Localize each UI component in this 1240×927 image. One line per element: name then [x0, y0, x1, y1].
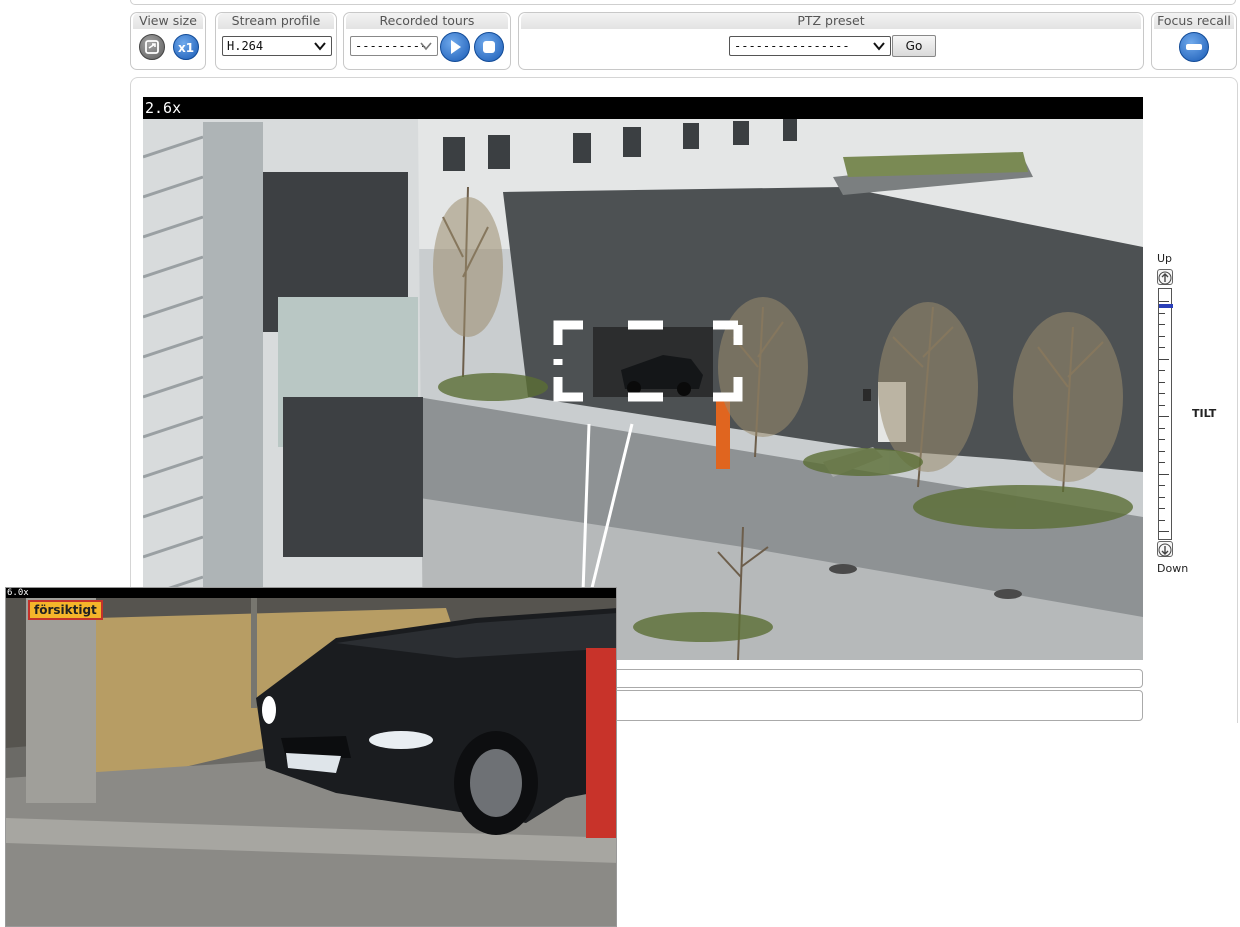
stream-profile-select[interactable]: H.264 [222, 36, 332, 56]
tilt-tick [1159, 497, 1165, 498]
minus-icon [1186, 44, 1202, 50]
focus-recall-title: Focus recall [1154, 13, 1234, 29]
tilt-up-button[interactable] [1157, 269, 1173, 285]
tilt-slider[interactable] [1158, 288, 1173, 540]
stream-profile-title: Stream profile [218, 13, 334, 29]
x1-icon: x1 [178, 41, 194, 55]
recorded-tours-value: ---------- [355, 39, 428, 53]
tilt-tick [1159, 508, 1165, 509]
stream-profile-value: H.264 [227, 39, 264, 53]
tilt-tick [1159, 301, 1169, 302]
stop-icon [483, 41, 495, 53]
tilt-axis-label: TILT [1192, 407, 1217, 420]
tilt-tick [1159, 382, 1165, 383]
tilt-up-label: Up [1157, 252, 1173, 265]
fit-view-button[interactable] [139, 34, 165, 60]
recorded-tours-select[interactable]: ---------- [350, 36, 438, 56]
tilt-tick [1159, 439, 1165, 440]
tilt-tick [1159, 520, 1165, 521]
view-size-title: View size [133, 13, 203, 29]
video-status-bar [612, 669, 1143, 688]
view-size-group: View size x1 [130, 12, 206, 70]
live-video-view[interactable]: 2.6x [143, 97, 1143, 660]
tilt-tick [1159, 531, 1169, 532]
tilt-tick [1159, 462, 1165, 463]
arrow-up-icon [1158, 271, 1172, 285]
tilt-tick [1159, 428, 1165, 429]
tilt-tick [1159, 451, 1165, 452]
tilt-tick [1159, 347, 1165, 348]
focus-recall-button[interactable] [1179, 32, 1209, 62]
tilt-position-marker[interactable] [1159, 304, 1173, 308]
tilt-down-label: Down [1157, 562, 1189, 575]
ptz-preset-value: ---------------- [734, 39, 850, 53]
stop-tour-button[interactable] [474, 32, 504, 62]
tilt-tick [1159, 416, 1169, 417]
ptz-preset-title: PTZ preset [521, 13, 1141, 29]
fit-view-icon [145, 40, 159, 54]
recorded-tours-group: Recorded tours ---------- [343, 12, 511, 70]
stream-profile-group: Stream profile H.264 [215, 12, 337, 70]
tilt-tick [1159, 474, 1169, 475]
recorded-tours-title: Recorded tours [346, 13, 508, 29]
actual-size-button[interactable]: x1 [173, 34, 199, 60]
warning-sign-text: försiktigt [28, 600, 103, 620]
tilt-tick [1159, 393, 1165, 394]
arrow-down-icon [1158, 543, 1172, 557]
inset-zoom-label: 6.0x [6, 588, 616, 598]
video-controls-bar [612, 690, 1143, 721]
ptz-preset-group: PTZ preset ---------------- Go [518, 12, 1144, 70]
svg-text:x1: x1 [178, 41, 194, 55]
tilt-tick [1159, 370, 1165, 371]
camera-scene-image [143, 97, 1143, 660]
chevron-down-icon [314, 42, 326, 51]
ptz-preset-select[interactable]: ---------------- [729, 36, 891, 56]
tilt-tick [1159, 359, 1169, 360]
tilt-tick [1159, 485, 1165, 486]
tilt-down-button[interactable] [1157, 541, 1173, 557]
ptz-go-button[interactable]: Go [892, 35, 936, 57]
tilt-tick [1159, 313, 1165, 314]
zoomed-inset-view: 6.0x försiktigt [5, 587, 617, 927]
tilt-tick [1159, 324, 1165, 325]
chevron-down-icon [420, 42, 432, 51]
play-icon [451, 40, 461, 54]
tilt-tick [1159, 405, 1165, 406]
play-tour-button[interactable] [440, 32, 470, 62]
focus-recall-group: Focus recall [1151, 12, 1237, 70]
top-frame-edge [130, 0, 1236, 5]
tilt-tick [1159, 336, 1165, 337]
chevron-down-icon [873, 42, 885, 51]
zoomed-car-image [6, 588, 616, 926]
video-zoom-label: 2.6x [143, 97, 1143, 119]
